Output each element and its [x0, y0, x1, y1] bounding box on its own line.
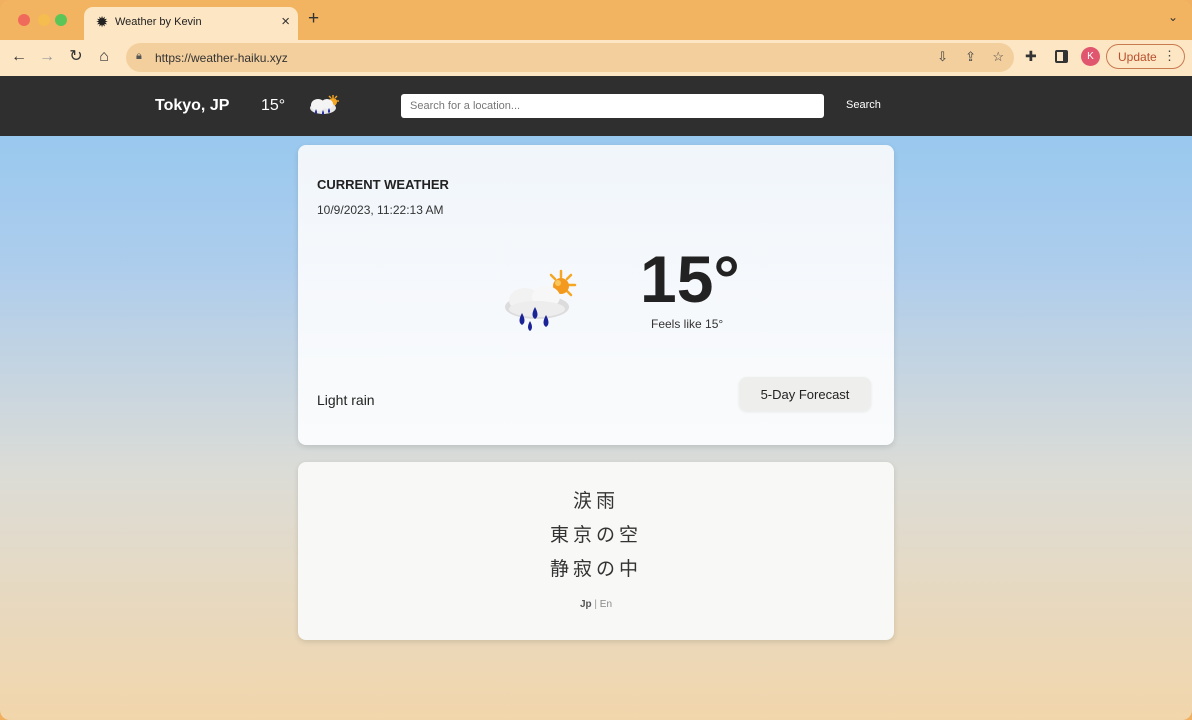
- web-page: Tokyo, JP 15° Search CURRENT WEATHER 10/…: [0, 76, 1192, 720]
- language-switch: Jp | En: [298, 599, 894, 610]
- haiku-line-2: 東京の空: [549, 524, 642, 546]
- current-temperature: 15°: [640, 242, 740, 316]
- current-weather-datetime: 10/9/2023, 11:22:13 AM: [317, 203, 444, 217]
- update-button[interactable]: Update ⋮: [1106, 44, 1185, 69]
- language-separator: |: [594, 599, 598, 610]
- close-tab-icon[interactable]: ×: [281, 13, 290, 31]
- tab-search-chevron-icon[interactable]: ⌄: [1168, 10, 1178, 24]
- current-weather-title: CURRENT WEATHER: [317, 177, 449, 192]
- language-jp-link[interactable]: Jp: [580, 599, 592, 610]
- sun-favicon-icon: ✹: [95, 14, 109, 31]
- side-panel-icon[interactable]: [1055, 50, 1068, 63]
- language-en-link[interactable]: En: [600, 599, 612, 610]
- maximize-window-button[interactable]: [55, 14, 67, 26]
- reload-icon[interactable]: ↻: [66, 47, 86, 67]
- home-icon[interactable]: ⌂: [94, 47, 114, 67]
- bookmark-star-icon[interactable]: ☆: [992, 49, 1004, 65]
- weather-description: Light rain: [317, 392, 375, 408]
- update-label: Update: [1118, 50, 1157, 64]
- forward-arrow-icon[interactable]: →: [37, 47, 57, 67]
- more-menu-icon[interactable]: ⋮: [1163, 48, 1176, 64]
- install-app-icon[interactable]: ⇩: [937, 49, 948, 65]
- haiku-line-1: 涙雨: [572, 490, 619, 512]
- header-temp: 15°: [261, 97, 286, 114]
- minimize-window-button[interactable]: [38, 14, 50, 26]
- haiku-text: 涙雨 東京の空 静寂の中: [298, 484, 894, 586]
- close-window-button[interactable]: [18, 14, 30, 26]
- light-rain-sun-icon: [310, 95, 339, 115]
- lock-icon: 🔒︎: [136, 50, 142, 62]
- location-search-input[interactable]: [401, 94, 824, 118]
- extensions-puzzle-icon[interactable]: ✚: [1025, 48, 1037, 65]
- haiku-line-3: 静寂の中: [549, 558, 642, 580]
- back-arrow-icon[interactable]: ←: [9, 47, 29, 67]
- five-day-forecast-button[interactable]: 5-Day Forecast: [739, 377, 871, 411]
- header-city: Tokyo, JP: [155, 97, 230, 114]
- profile-avatar[interactable]: K: [1081, 47, 1100, 66]
- share-icon[interactable]: ⇪: [965, 49, 976, 65]
- new-tab-icon[interactable]: +: [308, 9, 319, 29]
- address-bar[interactable]: 🔒︎ https://weather-haiku.xyz ⇩ ⇪ ☆: [126, 43, 1014, 72]
- tab-strip: ✹ Weather by Kevin × + ⌄: [0, 0, 1192, 40]
- url-text[interactable]: https://weather-haiku.xyz: [155, 51, 288, 65]
- light-rain-sun-icon: [505, 269, 577, 331]
- app-header: Tokyo, JP 15° Search: [0, 76, 1192, 136]
- tab-weather[interactable]: ✹ Weather by Kevin ×: [84, 7, 298, 40]
- search-button[interactable]: Search: [846, 99, 881, 111]
- tab-title: Weather by Kevin: [115, 16, 202, 28]
- current-weather-card: CURRENT WEATHER 10/9/2023, 11:22:13 AM 1…: [298, 145, 894, 445]
- feels-like-text: Feels like 15°: [651, 317, 724, 331]
- browser-window: ✹ Weather by Kevin × + ⌄ ← → ↻ ⌂ 🔒︎ http…: [0, 0, 1192, 720]
- browser-toolbar: ← → ↻ ⌂ 🔒︎ https://weather-haiku.xyz ⇩ ⇪…: [0, 40, 1192, 76]
- haiku-card: 涙雨 東京の空 静寂の中 Jp | En: [298, 462, 894, 640]
